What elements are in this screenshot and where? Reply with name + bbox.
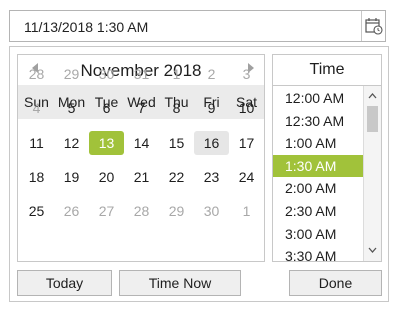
day-cell[interactable]: 31 [124,62,159,86]
today-button[interactable]: Today [17,270,112,296]
day-cell[interactable]: 5 [54,96,89,120]
day-cell[interactable]: 7 [124,96,159,120]
chevron-down-icon [368,247,377,253]
day-cell[interactable]: 26 [54,199,89,223]
calendar: November 2018 Sun Mon Tue Wed Thu Fri Sat 28 29… [17,54,265,262]
time-list[interactable]: 12:00 AM 12:30 AM 1:00 AM 1:30 AM 2:00 AM 2:3… [273,86,363,261]
time-item[interactable]: 3:00 AM [273,223,363,245]
datetime-input-value[interactable]: 11/13/2018 1:30 AM [24,19,148,35]
day-cell[interactable]: 30 [194,199,229,223]
day-cell[interactable]: 29 [159,199,194,223]
day-cell[interactable]: 30 [89,62,124,86]
time-item[interactable]: 2:30 AM [273,200,363,222]
done-button[interactable]: Done [289,270,382,296]
scroll-up-button[interactable] [364,88,381,104]
time-now-button[interactable]: Time Now [119,270,241,296]
calendar-toggle-button[interactable] [362,11,386,41]
time-item[interactable]: 2:00 AM [273,177,363,199]
time-scrollbar[interactable] [363,86,381,261]
day-cell[interactable]: 1 [159,62,194,86]
chevron-up-icon [368,93,377,99]
day-cell[interactable]: 11 [19,131,54,155]
day-cell[interactable]: 20 [89,165,124,189]
calendar-clock-icon [365,18,383,35]
time-item[interactable]: 1:00 AM [273,132,363,154]
scroll-down-button[interactable] [364,242,381,258]
time-header: Time [273,55,381,86]
day-cell[interactable]: 25 [19,199,54,223]
day-cell[interactable]: 2 [194,62,229,86]
day-cell[interactable]: 9 [194,96,229,120]
day-cell[interactable]: 21 [124,165,159,189]
day-cell[interactable]: 22 [159,165,194,189]
day-cell[interactable]: 18 [19,165,54,189]
day-cell[interactable]: 27 [89,199,124,223]
time-item[interactable]: 12:30 AM [273,110,363,132]
day-cell[interactable]: 17 [229,131,264,155]
day-cell-selected[interactable]: 13 [89,131,124,155]
day-cell[interactable]: 4 [19,96,54,120]
day-cell[interactable]: 1 [229,199,264,223]
day-cell[interactable]: 29 [54,62,89,86]
day-cell[interactable]: 28 [124,199,159,223]
scroll-thumb[interactable] [367,106,378,132]
day-cell[interactable]: 8 [159,96,194,120]
day-cell[interactable]: 3 [229,62,264,86]
day-cell[interactable]: 6 [89,96,124,120]
time-panel: Time 12:00 AM 12:30 AM 1:00 AM 1:30 AM 2:00 … [272,54,382,262]
time-item[interactable]: 12:00 AM [273,87,363,109]
time-item-selected[interactable]: 1:30 AM [273,154,363,177]
day-cell[interactable]: 14 [124,131,159,155]
day-cell[interactable]: 23 [194,165,229,189]
day-cell[interactable]: 19 [54,165,89,189]
day-cell[interactable]: 28 [19,62,54,86]
day-cell[interactable]: 15 [159,131,194,155]
day-cell[interactable]: 10 [229,96,264,120]
day-cell[interactable]: 24 [229,165,264,189]
time-item[interactable]: 3:30 AM [273,245,363,261]
day-cell-today[interactable]: 16 [194,131,229,155]
datetime-input[interactable]: 11/13/2018 1:30 AM [9,10,386,42]
day-cell[interactable]: 12 [54,131,89,155]
datetime-popup: November 2018 Sun Mon Tue Wed Thu Fri Sat 28 29… [9,46,389,302]
